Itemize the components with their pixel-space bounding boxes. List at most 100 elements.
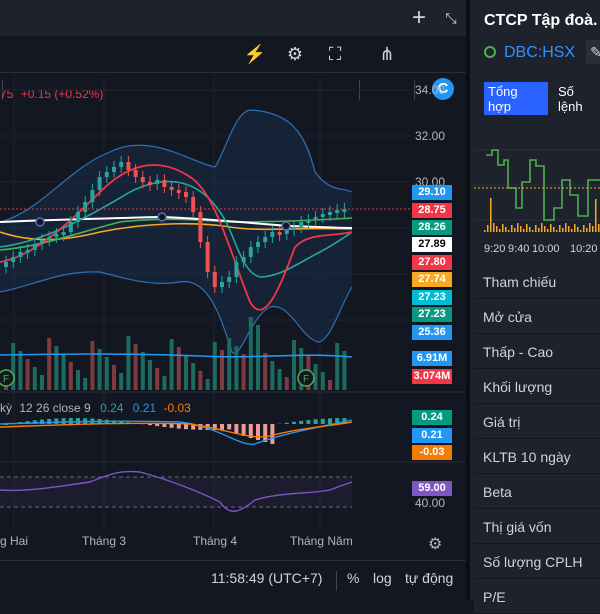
volume-bar [40,375,44,390]
volume-bar [90,341,94,390]
intraday-volume-bar [577,227,579,232]
price-tag: 29.10 [412,185,452,200]
gear-icon[interactable]: ⚙ [428,536,442,553]
intraday-volume-bar [499,229,501,232]
intraday-volume-bar [529,227,531,232]
intraday-volume-bar [484,230,486,232]
signal-dot[interactable] [158,213,166,221]
signal-dot[interactable] [36,218,44,226]
intraday-volume-bar [502,224,504,232]
volume-bar [213,342,217,390]
volume-bar [170,339,174,390]
macd-legend: kỳ 12 26 close 9 0.24 0.21 -0.03 [0,401,191,415]
macd-bar [292,422,296,424]
intraday-time-label: 9:20 [484,243,505,255]
intraday-volume-bar [526,224,528,232]
signal-dot[interactable] [282,222,290,230]
replay-icon[interactable]: ⚡ [240,36,270,72]
time-label: Tháng 3 [82,534,126,548]
volume-tag: 6.91M [412,351,452,366]
volume-tag: 3.074M [412,369,452,384]
candle [90,190,94,202]
volume-bar [18,351,22,390]
macd-bar [227,424,231,429]
candle [134,170,138,177]
volume-bar [328,380,332,390]
chart-bottom-bar: 11:58:49 (UTC+7) % log tự động [0,560,466,601]
share-icon[interactable]: ⋔ [372,36,402,72]
stat-row[interactable]: Thấp - Cao [474,335,600,369]
intraday-volume-bar [517,223,519,232]
macd-bar [328,418,332,424]
candle [206,242,210,272]
volume-bar [206,379,210,390]
chart-toolbar: ⚡ ⚙ ⛶ ⋔ C [0,36,466,73]
volume-bar [62,354,66,390]
stat-row[interactable]: Số lượng CPLH [474,545,600,579]
candle [83,202,87,212]
intraday-volume-bar [592,226,594,232]
price-chart[interactable]: F F g Hai Tháng 3 Tháng 4 Tháng Năm ⚙ [0,72,466,560]
candle [98,177,102,190]
volume-bar [98,349,102,390]
macd-bar [270,424,274,444]
intraday-time-label: 10:20 [570,243,598,255]
macd-legend-prefix: kỳ [0,401,12,415]
intraday-volume-bar [523,229,525,232]
intraday-volume-bar [505,227,507,232]
stat-row[interactable]: Mở cửa [474,300,600,334]
percent-toggle[interactable]: % [347,570,359,586]
stat-label: Tham chiếu [483,274,556,290]
candle [54,234,58,237]
stat-row[interactable]: KLTB 10 ngày [474,440,600,474]
macd-bar [69,418,73,424]
macd-bar [162,424,166,427]
symbol-label[interactable]: DBC:HSX [504,44,575,62]
log-toggle[interactable]: log [373,570,392,586]
stat-row[interactable]: P/E [474,580,600,614]
intraday-volume-bar [586,228,588,232]
add-icon[interactable]: + [404,0,434,36]
intraday-volume-bar [511,225,513,232]
gear-icon[interactable]: ⚙ [280,36,310,72]
intraday-time-label: 9:40 [508,243,529,255]
expand-icon[interactable]: ⤡ [436,0,466,36]
volume-bar [33,367,37,390]
intraday-chart[interactable]: 9:20 9:40 10:00 10:20 [474,120,600,260]
tab-summary[interactable]: Tổng hợp [484,82,548,115]
candle [33,244,37,250]
intraday-volume-bar [580,230,582,232]
intraday-volume-bar [565,223,567,232]
stat-row[interactable]: Beta [474,475,600,509]
rsi-tag: 59.00 [412,481,452,496]
candle [76,212,80,222]
macd-bar [321,419,325,424]
stat-row[interactable]: Thị giá vốn [474,510,600,544]
tab-label: Tổng hợp [488,84,518,114]
volume-bar [256,325,260,390]
stat-row[interactable]: Tham chiếu [474,265,600,299]
macd-bar [184,424,188,429]
candle [62,232,66,235]
clock-label[interactable]: 11:58:49 (UTC+7) [211,570,322,586]
stat-label: Số lượng CPLH [483,554,582,570]
candle [220,282,224,287]
stat-row[interactable]: Khối lượng [474,370,600,404]
stat-label: Thấp - Cao [483,344,553,360]
macd-tag: 0.21 [412,428,452,443]
stat-row[interactable]: Giá trị [474,405,600,439]
macd-bar [299,421,303,424]
candle [47,237,51,240]
candle [40,240,44,244]
intraday-volume-bar [595,199,597,232]
macd-legend-value: -0.03 [163,401,190,415]
time-label: Tháng Năm [290,534,353,548]
edit-icon[interactable]: ✎ [586,40,600,64]
intraday-volume-bar [556,230,558,232]
price-axis-label: 34.00 [415,83,445,97]
fullscreen-icon[interactable]: ⛶ [320,36,350,72]
auto-toggle[interactable]: tự động [405,570,453,586]
tab-orders[interactable]: Số lệnh [554,82,600,115]
candle [278,232,282,235]
volume-bar [47,338,51,390]
